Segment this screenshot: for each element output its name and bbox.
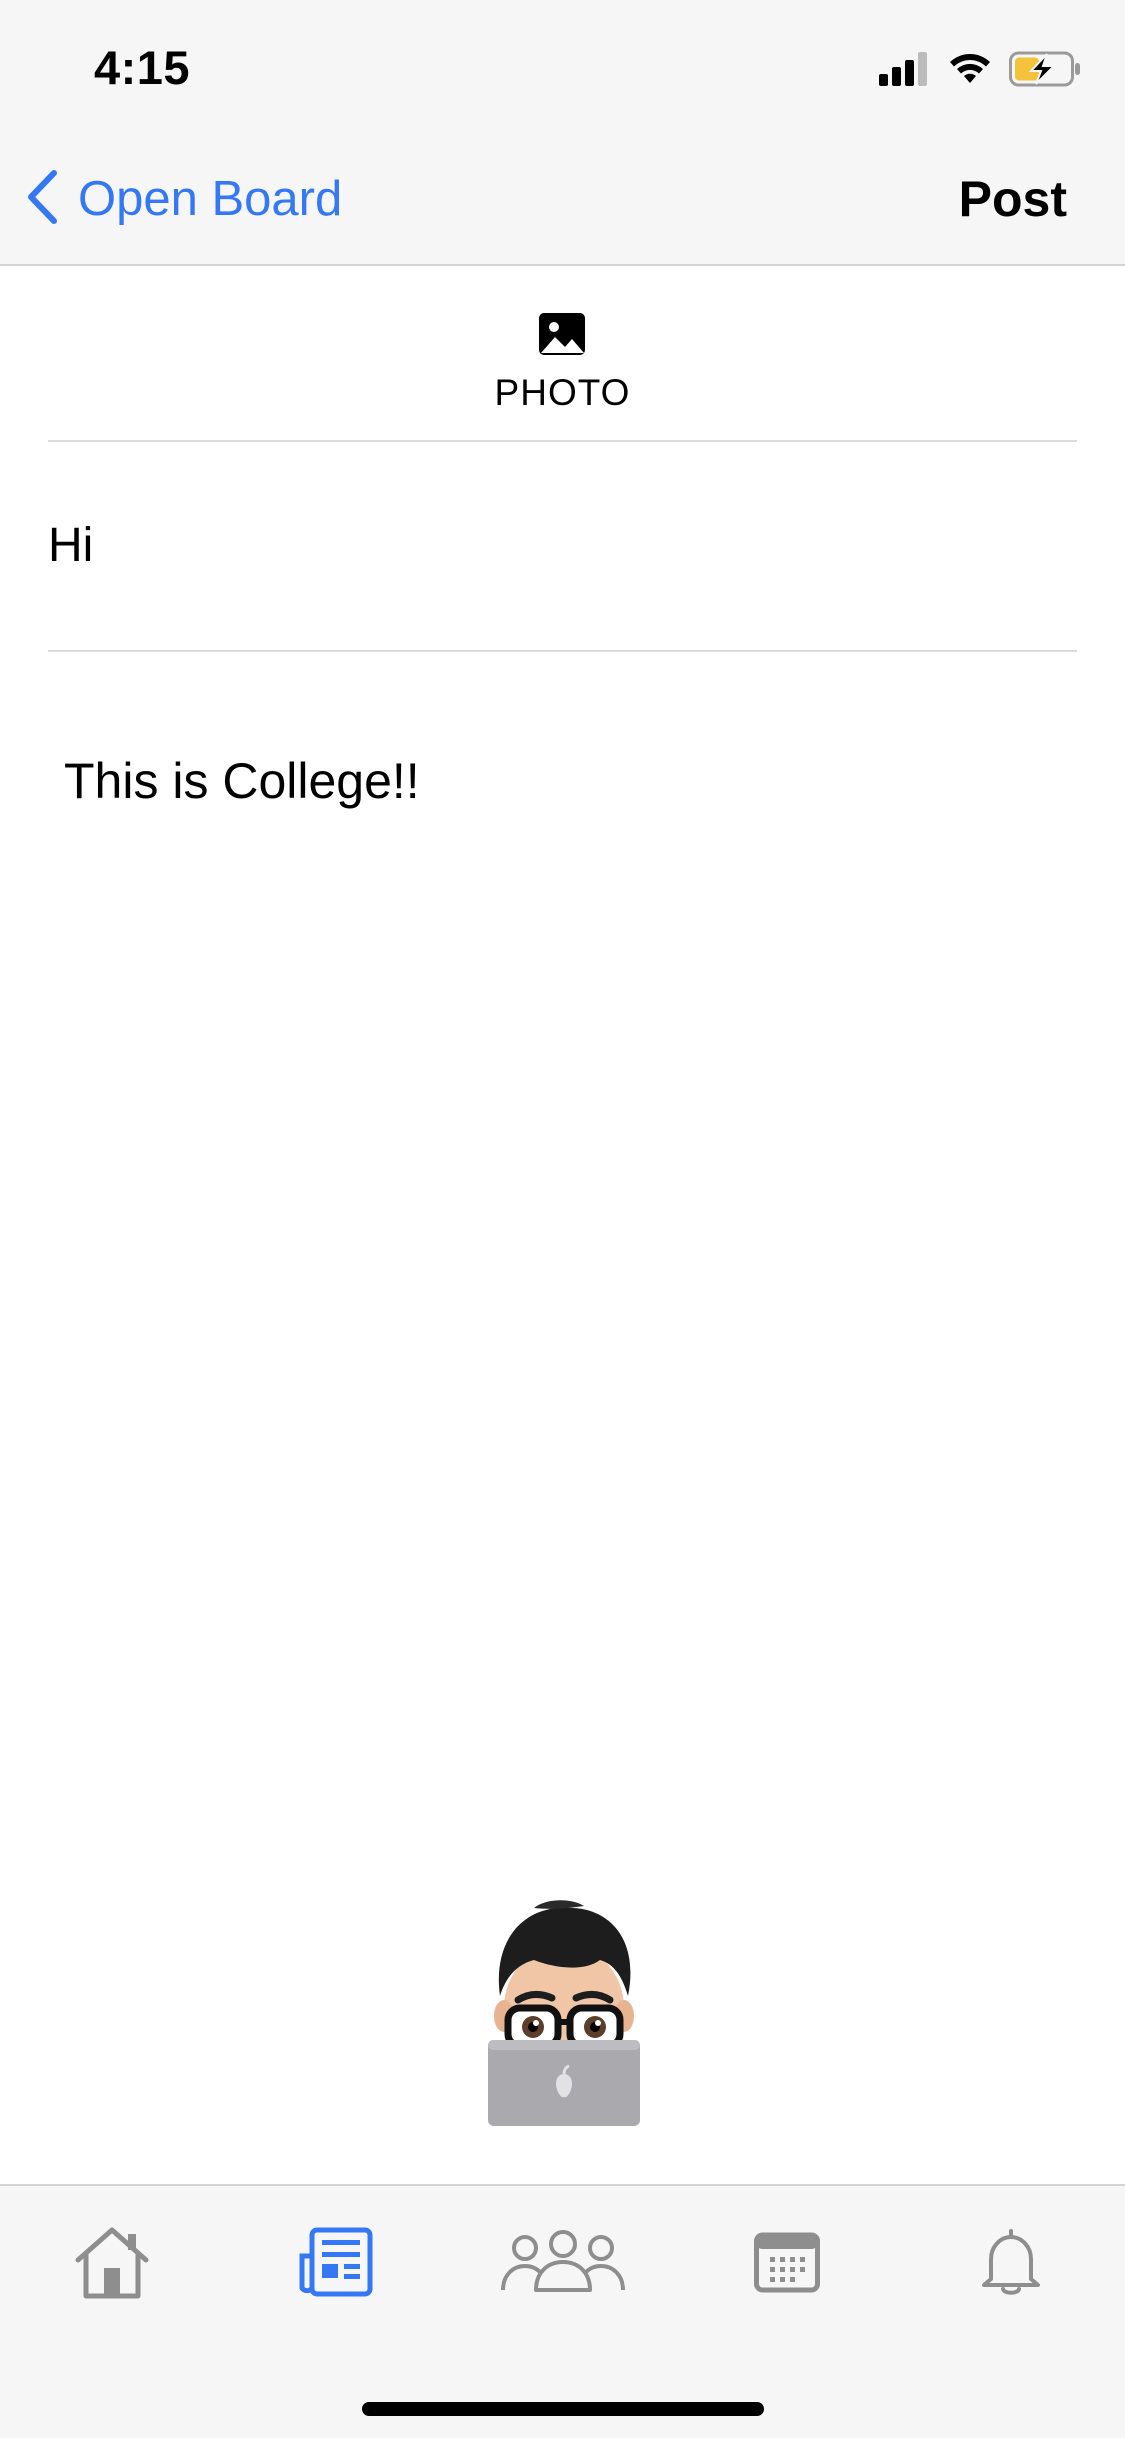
body-textarea[interactable]: This is College!! bbox=[48, 700, 1077, 1750]
home-icon bbox=[72, 2224, 152, 2300]
bell-icon bbox=[980, 2227, 1042, 2297]
tab-notifications[interactable] bbox=[966, 2212, 1056, 2312]
cellular-signal-icon bbox=[879, 52, 931, 86]
people-icon bbox=[500, 2230, 626, 2294]
wifi-icon bbox=[947, 52, 993, 86]
add-photo-button[interactable]: PHOTO bbox=[48, 266, 1077, 442]
back-button-label: Open Board bbox=[78, 172, 343, 226]
tab-home[interactable] bbox=[64, 2212, 160, 2312]
body-value: This is College!! bbox=[64, 753, 420, 809]
chevron-left-icon bbox=[24, 168, 60, 231]
title-value: Hi bbox=[48, 519, 94, 572]
photo-label: PHOTO bbox=[494, 372, 631, 413]
home-indicator bbox=[362, 2402, 764, 2416]
photo-icon bbox=[538, 312, 586, 356]
back-button[interactable]: Open Board bbox=[24, 164, 342, 234]
tab-people[interactable] bbox=[498, 2212, 628, 2312]
title-input[interactable]: Hi bbox=[48, 442, 1077, 652]
status-icons bbox=[879, 48, 1081, 90]
calendar-icon bbox=[754, 2231, 820, 2293]
tab-board[interactable] bbox=[288, 2212, 384, 2312]
board-icon bbox=[298, 2226, 374, 2298]
post-button[interactable]: Post bbox=[959, 170, 1067, 228]
battery-charging-icon bbox=[1009, 51, 1081, 87]
tab-bar bbox=[0, 2184, 1125, 2438]
navigation-header: 4:15 Open Board Post bbox=[0, 0, 1125, 266]
status-time: 4:15 bbox=[94, 41, 191, 94]
tab-calendar[interactable] bbox=[742, 2212, 832, 2312]
memoji-laptop-image bbox=[474, 1898, 654, 2126]
